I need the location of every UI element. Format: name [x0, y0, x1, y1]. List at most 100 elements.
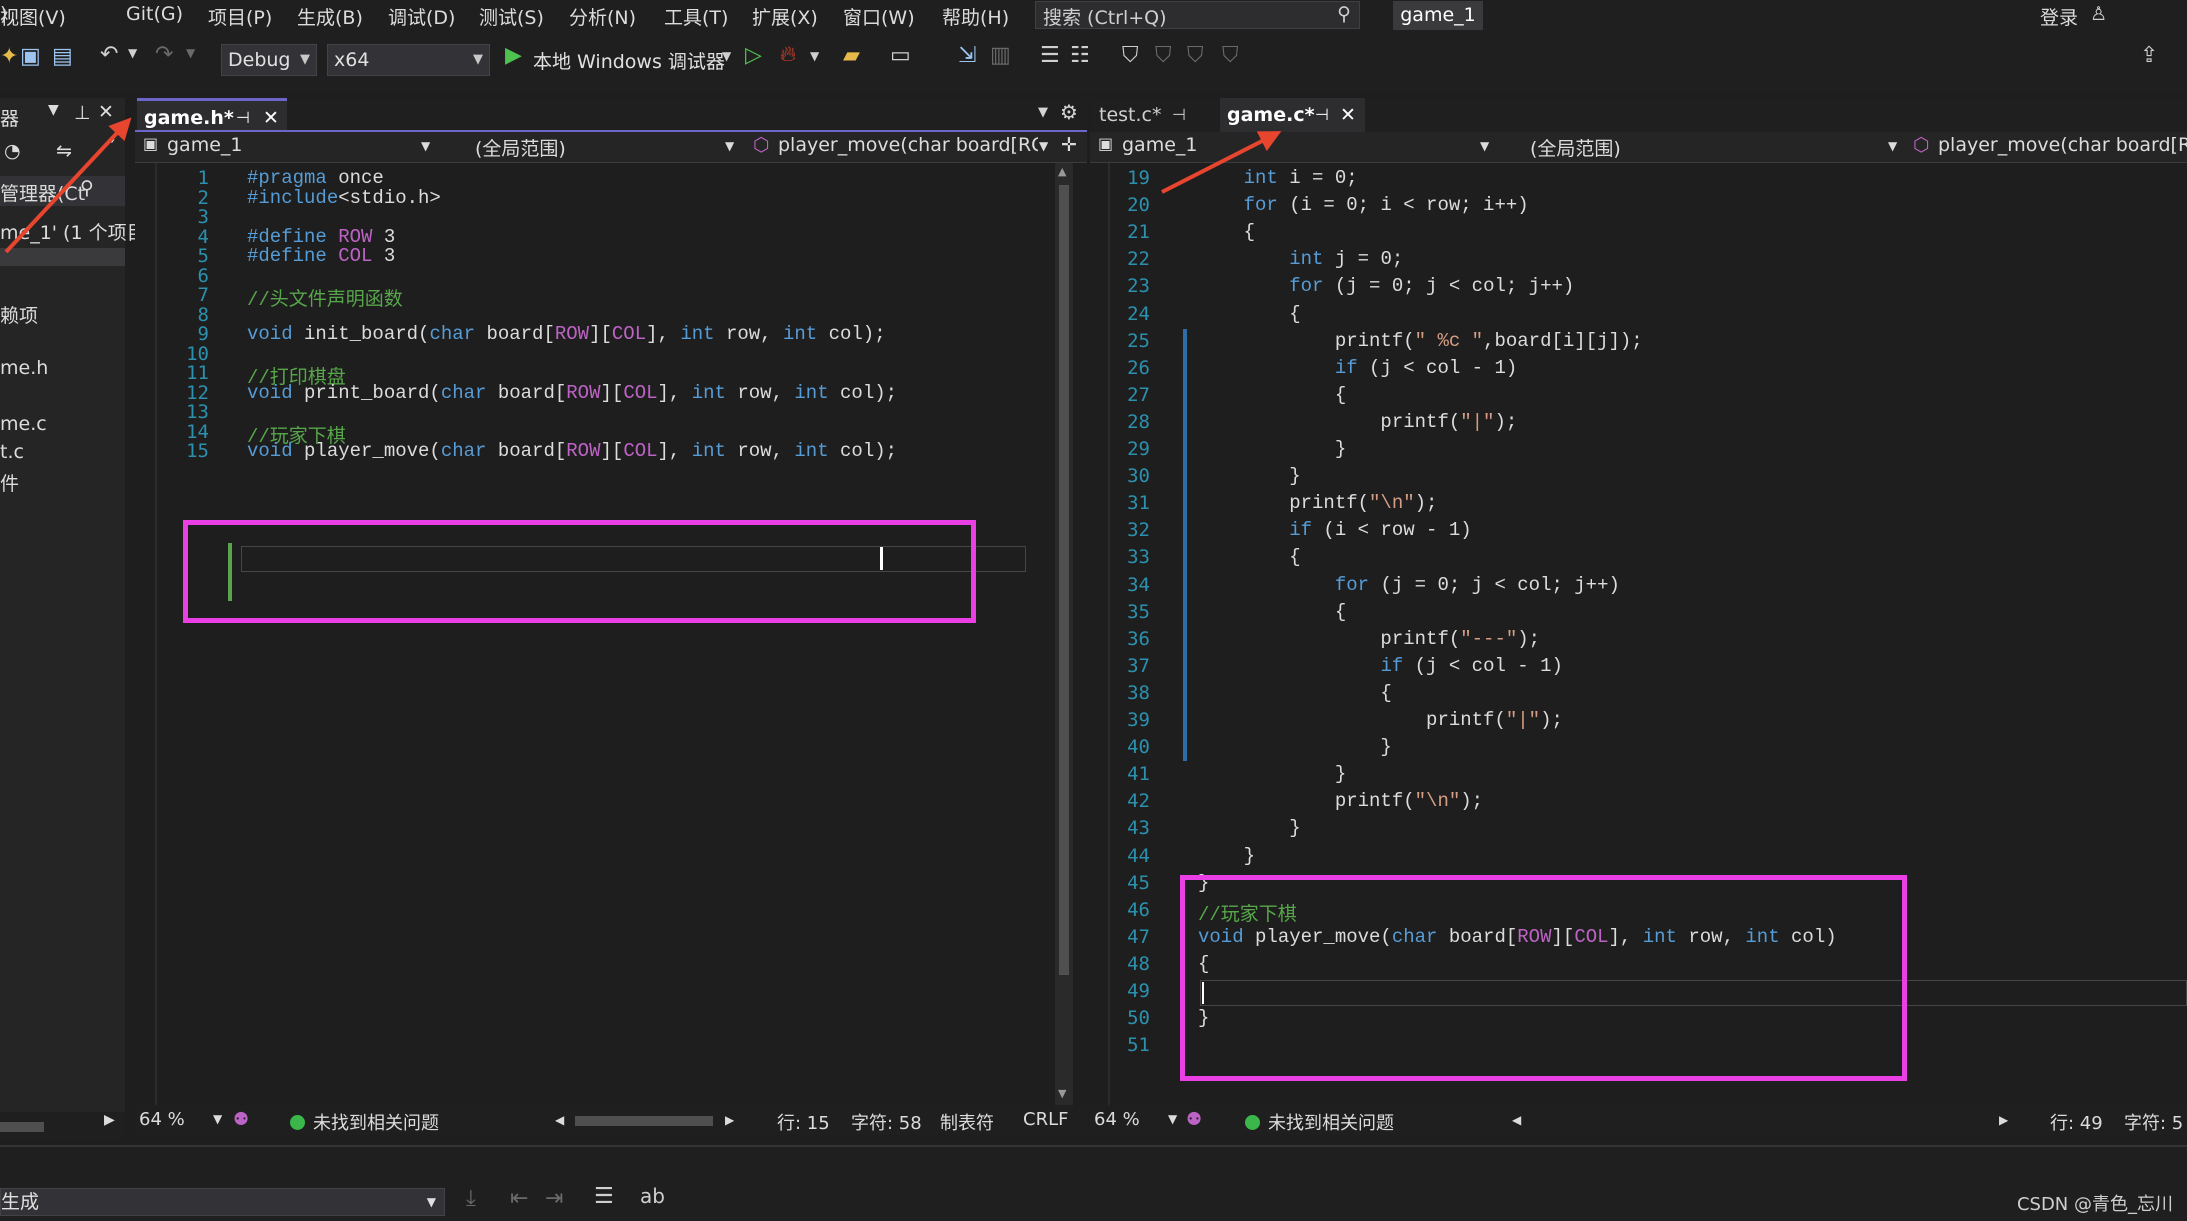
tree-item-files[interactable]: 件	[0, 469, 19, 496]
word-wrap-icon[interactable]: ab	[640, 1184, 665, 1208]
hot-reload-icon[interactable]: 🔥︎	[780, 42, 796, 67]
code-line[interactable]: printf("\n");	[1198, 492, 1437, 514]
live-share-icon[interactable]: ⇪	[2140, 43, 2158, 68]
code-line[interactable]: #include<stdio.h>	[247, 187, 441, 209]
undo-dropdown-icon[interactable]: ▼	[128, 46, 137, 60]
code-line[interactable]: void print_board(char board[ROW][COL], i…	[247, 382, 897, 404]
account-icon[interactable]: ♙	[2090, 3, 2107, 25]
tree-item-test-c[interactable]: t.c	[0, 441, 24, 463]
tab-test-c[interactable]: test.c* ⊣	[1092, 98, 1210, 132]
menu-view[interactable]: 视图(V)	[0, 3, 66, 30]
menu-help[interactable]: 帮助(H)	[942, 3, 1009, 30]
scroll-left-icon[interactable]: ◀	[555, 1113, 564, 1127]
undo-icon[interactable]: ↶	[100, 42, 118, 67]
uncomment-icon[interactable]: ☷	[1070, 43, 1090, 68]
char-indicator[interactable]: 字符: 5	[2124, 1109, 2183, 1135]
save-all-icon[interactable]: ▤	[52, 44, 73, 69]
pin-icon[interactable]: ⊣	[1315, 98, 1329, 132]
tab-game-c[interactable]: game.c* ⊣ ✕	[1220, 98, 1365, 132]
code-line[interactable]: }	[1198, 817, 1300, 839]
history-icon[interactable]: ◔	[4, 140, 21, 162]
left-vertical-scrollbar[interactable]: ▲ ▼	[1055, 163, 1073, 1105]
menu-git[interactable]: Git(G)	[126, 3, 183, 25]
tab-list-dropdown-icon[interactable]: ▼	[1038, 105, 1048, 120]
code-line[interactable]: {	[1198, 303, 1300, 325]
chevron-down-icon[interactable]: ▼	[1168, 1112, 1177, 1126]
code-line[interactable]: printf("|");	[1198, 709, 1563, 731]
panel-hscroll[interactable]: ▶	[0, 1112, 125, 1140]
member-select[interactable]: player_move(char board[RO	[1938, 134, 2187, 156]
code-line[interactable]: void player_move(char board[ROW][COL], i…	[247, 440, 897, 462]
chevron-down-icon[interactable]: ▼	[1888, 139, 1897, 153]
menu-extensions[interactable]: 扩展(X)	[752, 3, 818, 30]
hot-reload-dropdown-icon[interactable]: ▼	[810, 49, 819, 63]
comment-icon[interactable]: ☰	[1040, 43, 1060, 68]
copilot-icon[interactable]: ⚉	[233, 1109, 249, 1130]
pin-icon[interactable]: ⊥	[74, 102, 91, 124]
tree-item-game-h[interactable]: me.h	[0, 357, 48, 379]
project-select[interactable]: game_1	[1122, 134, 1198, 156]
chevron-down-icon[interactable]: ▼	[213, 1112, 222, 1126]
menu-debug[interactable]: 调试(D)	[388, 3, 455, 30]
code-line[interactable]: void init_board(char board[ROW][COL], in…	[247, 323, 886, 345]
scope-select[interactable]: (全局范围)	[1530, 134, 1621, 161]
member-select[interactable]: player_move(char board[ROW	[778, 134, 1038, 156]
start-debugging-icon[interactable]: ▶	[505, 43, 522, 68]
tree-item-dependencies[interactable]: 赖项	[0, 301, 38, 328]
close-icon[interactable]: ✕	[98, 101, 114, 123]
close-icon[interactable]: ✕	[1340, 98, 1356, 132]
tab-game-h[interactable]: game.h* ⊣ ✕	[137, 98, 287, 132]
save-icon[interactable]: ▣	[20, 44, 41, 69]
code-line[interactable]: for (j = 0; j < col; j++)	[1198, 574, 1620, 596]
eol-indicator[interactable]: CRLF	[1023, 1109, 1068, 1130]
clear-all-icon[interactable]: ☰	[594, 1184, 614, 1209]
left-code-editor[interactable]: 1 2 3 4 5 6 7 8 9 10 11 12 13 14 15 #pragma once #inclu…	[135, 163, 1055, 1105]
issues-indicator[interactable]: 未找到相关问题	[1245, 1109, 1394, 1135]
tabs-indicator[interactable]: 制表符	[940, 1109, 994, 1135]
start-debugging-button[interactable]: 本地 Windows 调试器	[533, 47, 725, 74]
start-without-debugging-icon[interactable]: ▷	[745, 43, 762, 68]
code-line[interactable]: if (j < col - 1)	[1198, 655, 1562, 677]
chevron-down-icon[interactable]: ▼	[421, 139, 430, 153]
bookmark-icon[interactable]: ⛉	[1122, 43, 1139, 68]
chevron-down-icon[interactable]: ▼	[1039, 139, 1048, 153]
split-icon[interactable]: ✛	[1061, 134, 1077, 156]
scroll-right-icon[interactable]: ▶	[725, 1113, 734, 1127]
code-line[interactable]: if (j < col - 1)	[1198, 357, 1517, 379]
new-item-icon[interactable]: ✦	[0, 44, 18, 69]
platform-select[interactable]: x64 ▼	[327, 44, 490, 76]
run-dropdown-icon[interactable]: ▼	[722, 49, 731, 63]
scroll-right-icon[interactable]: ▶	[1999, 1113, 2008, 1127]
code-line[interactable]: if (i < row - 1)	[1198, 519, 1471, 541]
menu-analyze[interactable]: 分析(N)	[569, 3, 636, 30]
line-indicator[interactable]: 行: 49	[2050, 1109, 2103, 1135]
configuration-select[interactable]: Debug ▼	[221, 44, 317, 76]
gear-icon[interactable]: ⚙	[1060, 100, 1078, 124]
tree-item-game-c[interactable]: me.c	[0, 413, 47, 435]
menu-window[interactable]: 窗口(W)	[843, 3, 915, 30]
copilot-icon[interactable]: ⚉	[1186, 1109, 1202, 1130]
code-line[interactable]: //头文件声明函数	[247, 284, 403, 311]
code-line[interactable]: }	[1198, 438, 1346, 460]
panel-dropdown-icon[interactable]: ▼	[48, 102, 59, 118]
char-indicator[interactable]: 字符: 58	[851, 1109, 922, 1135]
code-line[interactable]: for (j = 0; j < col; j++)	[1198, 275, 1574, 297]
code-line[interactable]: {	[1198, 384, 1346, 406]
folder-icon[interactable]: ▰	[843, 43, 860, 68]
zoom-select[interactable]: 64 %	[139, 1109, 185, 1130]
menu-tools[interactable]: 工具(T)	[664, 3, 728, 30]
scroll-up-icon[interactable]: ▲	[1058, 165, 1066, 178]
code-line[interactable]: }	[1198, 736, 1391, 758]
code-line[interactable]: }	[1198, 763, 1346, 785]
scope-select[interactable]: (全局范围)	[475, 134, 566, 161]
code-line[interactable]: }	[1198, 845, 1255, 867]
code-line[interactable]: for (i = 0; i < row; i++)	[1198, 194, 1529, 216]
step-icon[interactable]: ⇲	[958, 43, 976, 68]
code-line[interactable]: #define COL 3	[247, 245, 395, 267]
scroll-down-icon[interactable]: ▼	[1058, 1087, 1066, 1100]
line-indicator[interactable]: 行: 15	[777, 1109, 830, 1135]
menu-project[interactable]: 项目(P)	[208, 3, 272, 30]
issues-indicator[interactable]: 未找到相关问题	[290, 1109, 439, 1135]
code-line[interactable]: {	[1198, 682, 1391, 704]
code-line[interactable]: printf("\n");	[1198, 790, 1483, 812]
